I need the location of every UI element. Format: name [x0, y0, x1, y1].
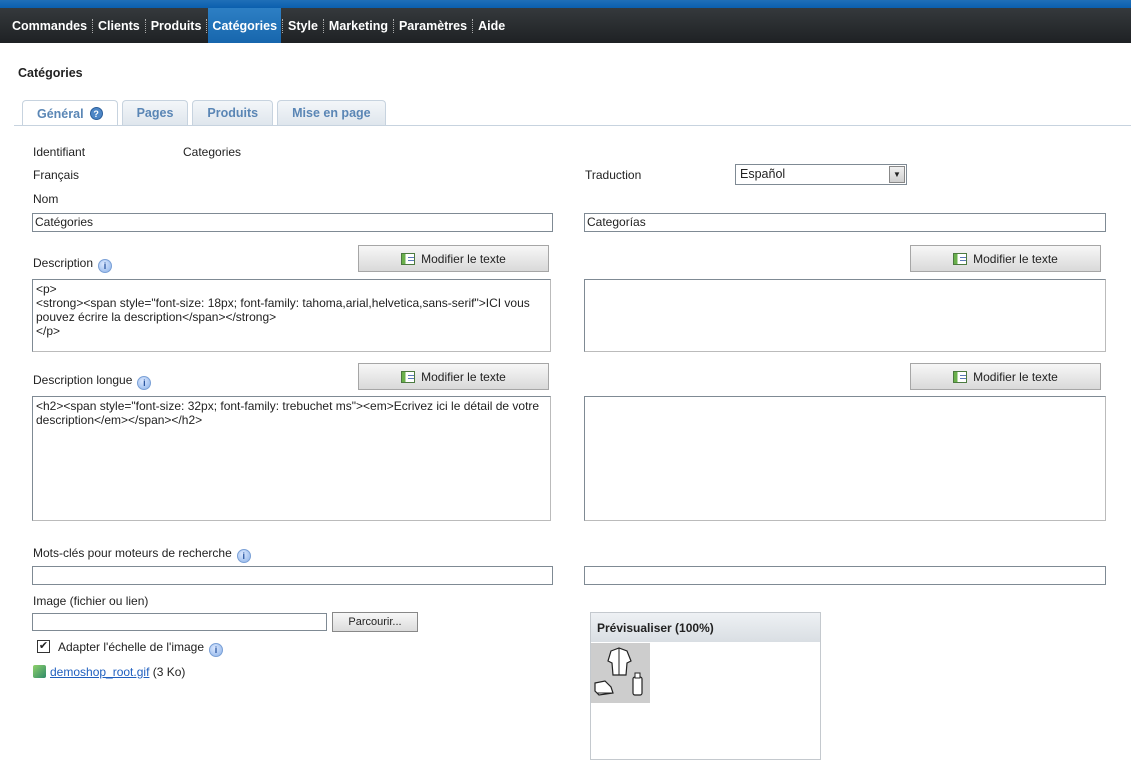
description-textarea-es[interactable] — [584, 279, 1106, 352]
image-file-size: (3 Ko) — [152, 665, 186, 679]
menu-item-commandes[interactable]: Commandes — [8, 8, 91, 43]
scale-image-label-text: Adapter l'échelle de l'image — [58, 640, 205, 654]
edit-long-description-button-label: Modifier le texte — [973, 369, 1058, 384]
help-icon[interactable]: ? — [89, 107, 103, 120]
edit-text-icon — [953, 370, 968, 383]
menu-item-parametres[interactable]: Paramètres — [395, 8, 471, 43]
browse-button[interactable]: Parcourir... — [332, 612, 418, 632]
tab-divider — [14, 125, 1131, 126]
edit-long-description-button-es[interactable]: Modifier le texte — [910, 363, 1101, 390]
menu-item-style[interactable]: Style — [284, 8, 322, 43]
edit-text-icon — [401, 252, 416, 265]
edit-text-icon — [953, 252, 968, 265]
name-field-es[interactable]: Categorías — [584, 213, 1106, 232]
description-label-text: Description — [33, 256, 94, 270]
chevron-down-icon[interactable]: ▼ — [889, 166, 905, 183]
tab-layout[interactable]: Mise en page — [277, 100, 386, 125]
name-label: Nom — [33, 192, 59, 206]
image-file-info: demoshop_root.gif (3 Ko) — [33, 665, 185, 679]
keywords-label: Mots-clés pour moteurs de recherche i — [33, 546, 251, 563]
category-thumbnail-image — [591, 643, 650, 703]
tab-pages[interactable]: Pages — [121, 100, 189, 125]
menu-item-aide[interactable]: Aide — [474, 8, 509, 43]
menu-item-marketing[interactable]: Marketing — [325, 8, 392, 43]
description-label: Description i — [33, 256, 113, 273]
menu-separator — [206, 18, 208, 33]
tab-general-label: Général — [37, 106, 84, 121]
image-file-input[interactable] — [32, 613, 327, 631]
identifier-label: Identifiant — [33, 145, 86, 159]
menu-separator — [472, 18, 474, 33]
edit-text-icon — [401, 370, 416, 383]
long-description-label-text: Description longue — [33, 373, 133, 387]
menu-item-produits[interactable]: Produits — [147, 8, 206, 43]
translation-label: Traduction — [585, 168, 642, 182]
edit-description-button-es[interactable]: Modifier le texte — [910, 245, 1101, 272]
edit-description-button-fr[interactable]: Modifier le texte — [358, 245, 549, 272]
menu-separator — [92, 18, 94, 33]
name-field-fr[interactable]: Catégories — [32, 213, 553, 232]
gif-file-icon — [33, 665, 46, 678]
tab-bar: Général ? Pages Produits Mise en page — [22, 100, 386, 126]
long-description-textarea-es[interactable] — [584, 396, 1106, 521]
preview-title: Prévisualiser (100%) — [591, 613, 820, 642]
info-icon[interactable]: i — [137, 376, 152, 390]
long-description-label: Description longue i — [33, 373, 152, 390]
info-icon[interactable]: i — [209, 643, 224, 657]
info-icon[interactable]: i — [236, 549, 251, 563]
info-icon[interactable]: i — [98, 259, 113, 273]
description-textarea-fr[interactable]: <p> <strong><span style="font-size: 18px… — [32, 279, 551, 352]
page-title: Catégories — [18, 66, 83, 80]
edit-long-description-button-fr[interactable]: Modifier le texte — [358, 363, 549, 390]
scale-image-label: Adapter l'échelle de l'image i — [58, 640, 224, 657]
menu-separator — [322, 18, 324, 33]
top-accent-bar — [0, 0, 1131, 8]
menu-item-clients[interactable]: Clients — [94, 8, 144, 43]
tab-products[interactable]: Produits — [192, 100, 274, 125]
edit-description-button-label: Modifier le texte — [421, 251, 506, 266]
keywords-label-text: Mots-clés pour moteurs de recherche — [33, 546, 232, 560]
edit-long-description-button-label: Modifier le texte — [421, 369, 506, 384]
image-preview-panel: Prévisualiser (100%) — [590, 612, 821, 760]
keywords-field-es[interactable] — [584, 566, 1106, 585]
edit-description-button-label: Modifier le texte — [973, 251, 1058, 266]
clothing-icon — [591, 643, 650, 703]
menu-separator — [144, 18, 146, 33]
image-file-link[interactable]: demoshop_root.gif — [50, 665, 149, 679]
scale-image-checkbox[interactable]: ✔ — [37, 640, 50, 653]
tab-general[interactable]: Général ? — [22, 100, 118, 126]
menu-separator — [282, 18, 284, 33]
menu-item-categories[interactable]: Catégories — [208, 8, 282, 43]
keywords-field-fr[interactable] — [32, 566, 553, 585]
menu-separator — [392, 18, 394, 33]
main-menu: Commandes Clients Produits Catégories St… — [0, 8, 1131, 43]
long-description-textarea-fr[interactable]: <h2><span style="font-size: 32px; font-f… — [32, 396, 551, 521]
translation-language-value: Español — [740, 167, 786, 181]
identifier-value: Categories — [183, 145, 242, 159]
translation-language-select[interactable]: Español ▼ — [735, 164, 907, 185]
source-language-label: Français — [33, 168, 80, 182]
image-label: Image (fichier ou lien) — [33, 594, 149, 608]
